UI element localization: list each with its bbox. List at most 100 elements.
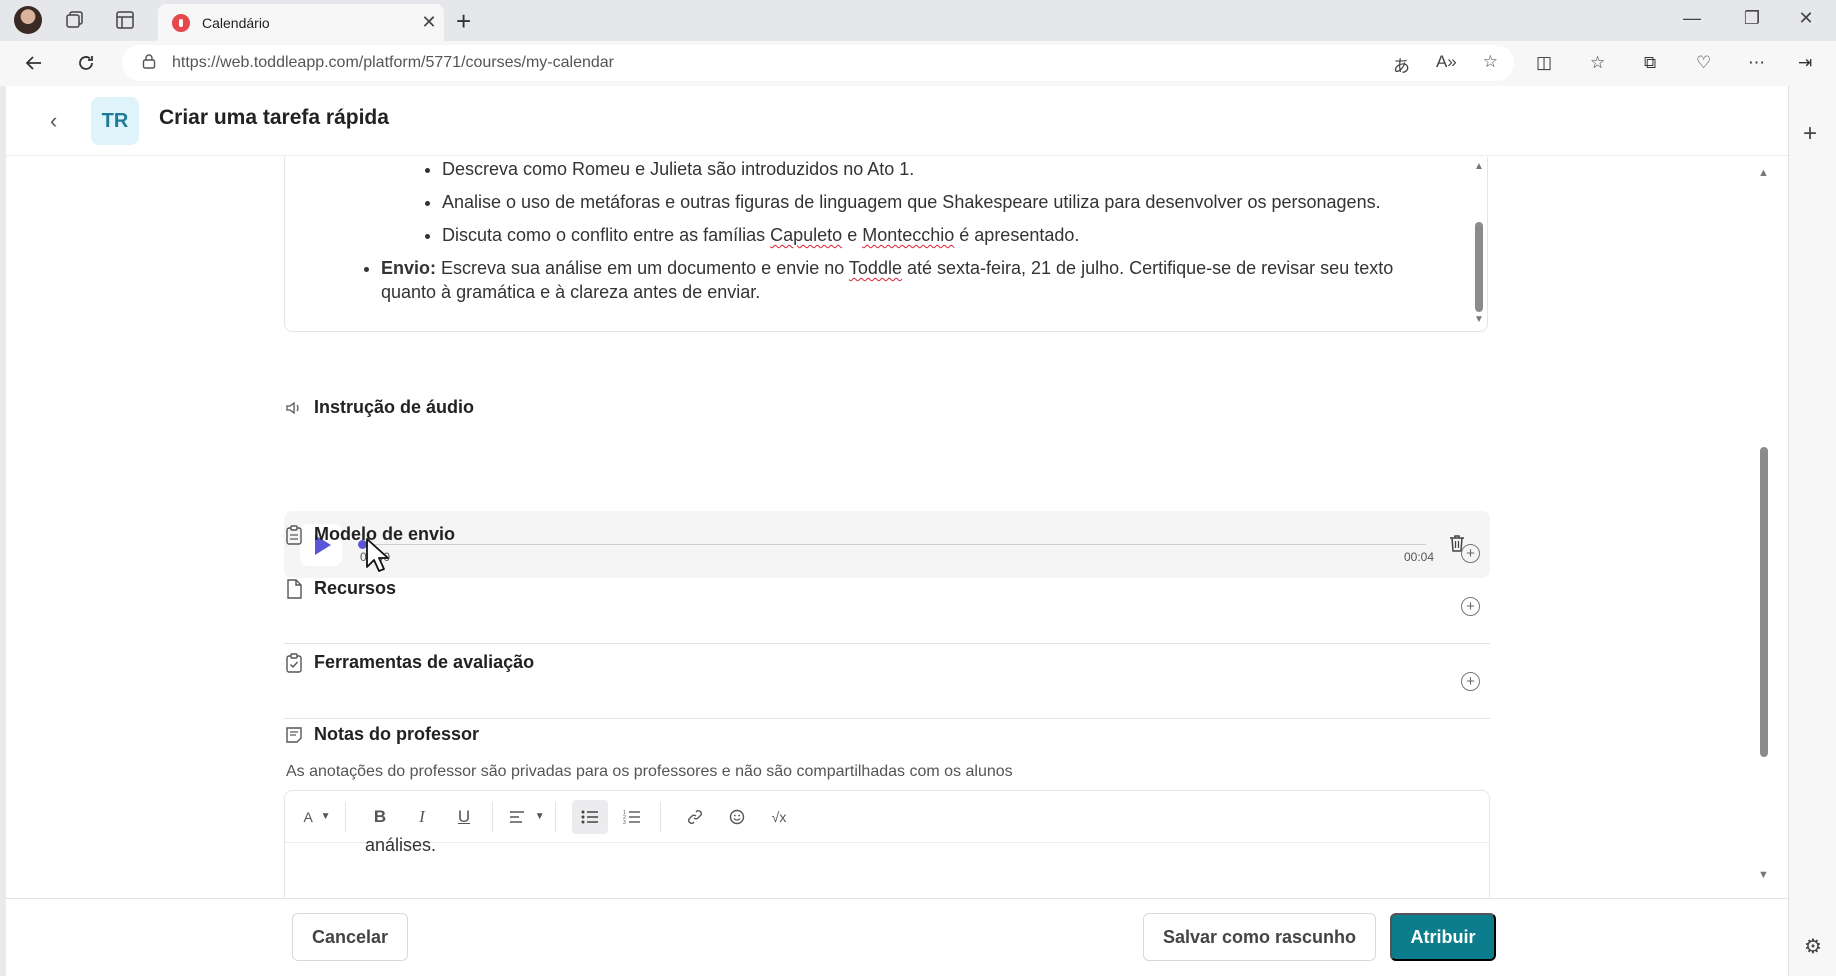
audio-section-heading: Instrução de áudio: [284, 397, 474, 418]
bullet-list-icon: [581, 810, 598, 823]
resources-heading[interactable]: Recursos: [284, 578, 396, 599]
split-screen-icon[interactable]: ◫: [1536, 53, 1552, 73]
audio-total-time: 00:04: [1404, 550, 1435, 564]
align-left-icon: [510, 810, 525, 823]
browser-titlebar: Calendário ✕ + — ❐ ✕: [0, 0, 1836, 41]
refresh-icon[interactable]: [70, 47, 102, 79]
save-draft-button[interactable]: Salvar como rascunho: [1143, 913, 1376, 961]
add-sidebar-app-icon[interactable]: +: [1803, 120, 1817, 148]
mouse-cursor-icon: [365, 537, 391, 578]
tab-actions-icon[interactable]: [114, 9, 136, 31]
scroll-thumb[interactable]: [1760, 447, 1768, 757]
read-aloud-icon[interactable]: A»: [1436, 52, 1457, 77]
new-tab-button[interactable]: +: [456, 6, 471, 37]
numbered-list-icon: 123: [623, 810, 640, 825]
page-content: Descreva como Romeu e Julieta são introd…: [6, 157, 1788, 898]
chevron-down-icon: ▼: [320, 811, 331, 822]
browser-toolbar: https://web.toddleapp.com/platform/5771/…: [0, 41, 1836, 86]
page-header: ‹ TR Criar uma tarefa rápida: [6, 86, 1788, 156]
list-item: Analise o uso de metáforas e outras figu…: [442, 190, 1445, 214]
text-run: Escreva sua análise em um documento e en…: [436, 258, 849, 278]
italic-button[interactable]: I: [404, 800, 440, 834]
section-title: Recursos: [314, 578, 397, 598]
footer-actions: Cancelar Salvar como rascunho Atribuir: [6, 898, 1788, 976]
tab-close-icon[interactable]: ✕: [414, 12, 444, 33]
close-window-button[interactable]: ✕: [1786, 8, 1826, 29]
toolbar-divider: [492, 801, 493, 832]
minimize-button[interactable]: —: [1672, 8, 1712, 29]
emoji-button[interactable]: [719, 800, 755, 834]
assessment-tools-heading[interactable]: Ferramentas de avaliação: [284, 652, 534, 673]
list-item: Descreva como Romeu e Julieta são introd…: [442, 157, 1445, 181]
chevron-left-icon[interactable]: ‹: [50, 108, 57, 134]
text-run: Discuta como o conflito entre as família…: [442, 225, 771, 245]
underline-button[interactable]: U: [446, 800, 482, 834]
list-item: Discuta como o conflito entre as família…: [442, 223, 1445, 247]
toolbar-divider: [660, 801, 661, 832]
clipboard-check-icon: [284, 652, 304, 673]
text-run: e: [842, 225, 863, 245]
more-menu-icon[interactable]: ⋯: [1748, 53, 1765, 73]
bold-button[interactable]: B: [362, 800, 398, 834]
envio-label: Envio:: [381, 258, 437, 278]
url-text[interactable]: https://web.toddleapp.com/platform/5771/…: [172, 54, 614, 72]
browser-sidebar: + ⚙: [1788, 86, 1836, 976]
translate-icon[interactable]: あ: [1393, 52, 1410, 77]
add-assessment-tool-button[interactable]: +: [1461, 672, 1480, 691]
description-scrollbar[interactable]: ▲ ▼: [1471, 157, 1487, 332]
audio-progress-track[interactable]: [358, 540, 1426, 549]
page-scrollbar[interactable]: ▲ ▼: [1758, 157, 1770, 898]
favorite-star-icon[interactable]: ☆: [1483, 52, 1498, 77]
profile-avatar[interactable]: [14, 6, 42, 34]
font-size-dropdown[interactable]: A ▼: [299, 800, 335, 834]
settings-gear-icon[interactable]: ⚙: [1804, 934, 1822, 959]
font-size-label: A: [303, 808, 313, 825]
address-bar[interactable]: https://web.toddleapp.com/platform/5771/…: [122, 45, 1514, 81]
divider: [284, 718, 1490, 719]
numbered-list-button[interactable]: 123: [614, 800, 650, 834]
description-list: Envio: Escreva sua análise em um documen…: [285, 256, 1445, 304]
description-editor[interactable]: Descreva como Romeu e Julieta são introd…: [284, 157, 1488, 332]
align-dropdown[interactable]: ▼: [509, 800, 545, 834]
restore-button[interactable]: ❐: [1732, 8, 1772, 29]
scroll-up-icon[interactable]: ▲: [1758, 167, 1769, 179]
text-run: Capuleto: [770, 225, 843, 245]
link-button[interactable]: [677, 800, 713, 834]
toolbar-divider: [555, 801, 556, 832]
scroll-down-icon[interactable]: ▼: [1474, 314, 1484, 325]
bullet-list-button[interactable]: [572, 799, 608, 834]
lock-icon[interactable]: [142, 53, 156, 74]
toddle-favicon-icon: [172, 13, 190, 32]
section-title: Instrução de áudio: [314, 397, 475, 417]
teacher-notes-editor[interactable]: A ▼ B I U ▼ 123 √x análises.: [284, 790, 1490, 898]
assign-button[interactable]: Atribuir: [1390, 913, 1496, 961]
scroll-up-icon[interactable]: ▲: [1474, 161, 1484, 172]
workspaces-icon[interactable]: [64, 9, 86, 31]
formula-button[interactable]: √x: [761, 800, 797, 834]
scroll-thumb[interactable]: [1475, 222, 1483, 312]
page-title: Criar uma tarefa rápida: [159, 106, 389, 129]
teacher-notes-text[interactable]: análises.: [365, 835, 436, 856]
section-title: Notas do professor: [314, 724, 480, 744]
add-submission-model-button[interactable]: +: [1461, 544, 1480, 563]
note-icon: [284, 725, 304, 745]
list-item: Envio: Escreva sua análise em um documen…: [381, 256, 1445, 304]
browser-essentials-icon[interactable]: ♡: [1696, 53, 1711, 73]
add-resources-button[interactable]: +: [1461, 597, 1480, 616]
text-run: é apresentado.: [954, 225, 1080, 245]
file-icon: [284, 578, 304, 599]
sidebar-toggle-icon[interactable]: ⇥: [1798, 53, 1812, 73]
link-icon: [688, 809, 702, 824]
collections-icon[interactable]: ⧉: [1644, 53, 1656, 73]
class-badge: TR: [91, 97, 139, 145]
browser-tab[interactable]: Calendário ✕: [158, 4, 444, 41]
page: ‹ TR Criar uma tarefa rápida Descreva co…: [6, 86, 1788, 976]
tab-title: Calendário: [202, 14, 270, 31]
chevron-down-icon: ▼: [534, 811, 545, 822]
divider: [284, 643, 1490, 644]
cancel-button[interactable]: Cancelar: [292, 913, 408, 961]
scroll-down-icon[interactable]: ▼: [1758, 869, 1769, 881]
favorites-icon[interactable]: ☆: [1590, 53, 1605, 73]
clipboard-icon: [284, 524, 304, 545]
back-arrow-icon[interactable]: [18, 47, 50, 79]
